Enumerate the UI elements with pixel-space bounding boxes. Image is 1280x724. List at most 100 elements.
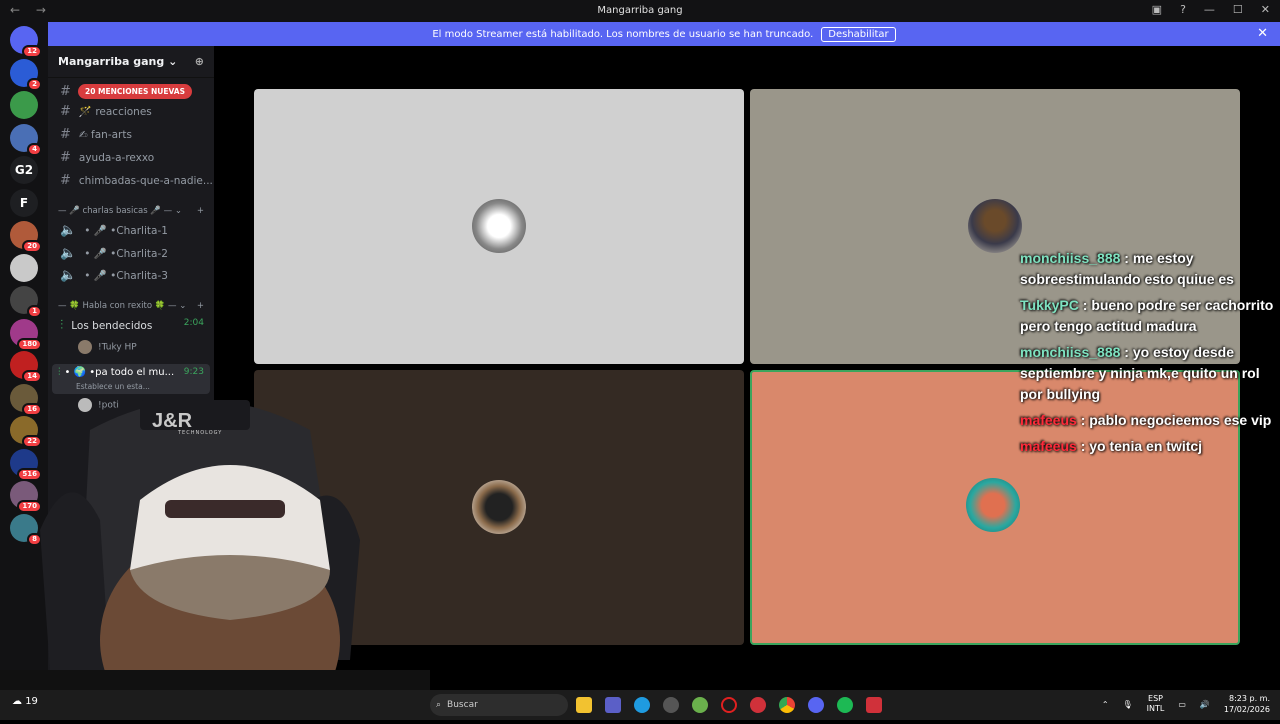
- participant-tile[interactable]: [254, 89, 744, 364]
- taskbar-search[interactable]: ⌕ Buscar: [430, 694, 568, 716]
- lang-code: ESP: [1148, 694, 1163, 703]
- chrome-icon[interactable]: [779, 697, 795, 713]
- voice-channel-2[interactable]: 🔈 • 🎤 •Charlita-2: [60, 246, 168, 261]
- speaker-icon: 🔈: [60, 268, 77, 283]
- chat-text: : yo tenia en twitcj: [1076, 438, 1203, 454]
- razer-icon[interactable]: [692, 697, 708, 713]
- chevron-up-icon[interactable]: ⌃: [1102, 700, 1109, 709]
- search-icon: ⌕: [436, 700, 442, 710]
- chat-message: mafeeus : pablo negocieemos ese vip: [1020, 410, 1280, 431]
- channel-hidden[interactable]: #: [60, 84, 79, 99]
- text-icon[interactable]: F: [10, 188, 38, 217]
- discord-icon[interactable]: [808, 697, 824, 713]
- server-icon[interactable]: 1: [10, 286, 42, 318]
- opera-icon[interactable]: [721, 697, 737, 713]
- date: 17/02/2026: [1223, 705, 1270, 714]
- channel-label: • 🎤 •Charlita-3: [84, 270, 168, 282]
- channel-label: chimbadas-que-a-nadie...: [78, 175, 213, 187]
- channel-chimbadas[interactable]: # chimbadas-que-a-nadie...: [60, 173, 213, 188]
- close-window-button[interactable]: ✕: [1261, 3, 1270, 16]
- search-placeholder: Buscar: [447, 700, 478, 710]
- chat-message: mafeeus : yo tenia en twitcj: [1020, 436, 1280, 457]
- server-icon[interactable]: [10, 91, 38, 119]
- chat-text: : pablo negocieemos ese vip: [1076, 412, 1272, 428]
- category-habla[interactable]: — 🍀 Habla con rexito 🍀 — ⌄ +: [58, 301, 204, 311]
- file-explorer-icon[interactable]: [576, 697, 592, 713]
- server-icon[interactable]: 4: [10, 123, 42, 156]
- avatar: [78, 340, 92, 354]
- guild-name: Mangarriba gang ⌄: [58, 55, 178, 68]
- speaker-icon: 🔈: [60, 223, 77, 238]
- category-charlas[interactable]: — 🎤 charlas basicas 🎤 — ⌄ +: [58, 206, 204, 216]
- hash-icon: #: [60, 104, 71, 119]
- window-title: Mangarriba gang: [597, 5, 683, 16]
- text-icon[interactable]: G2: [10, 156, 38, 184]
- chat-username: mafeeus: [1020, 438, 1077, 454]
- discord-home-icon[interactable]: 12: [10, 26, 42, 58]
- hash-icon: #: [60, 173, 71, 188]
- hash-icon: #: [60, 84, 71, 99]
- maximize-button[interactable]: ☐: [1233, 3, 1243, 16]
- teams-icon[interactable]: [605, 697, 621, 713]
- banner-text: El modo Streamer está habilitado. Los no…: [432, 28, 814, 40]
- server-icon[interactable]: [10, 253, 38, 282]
- weather-widget[interactable]: ☁ 19: [12, 696, 38, 707]
- guild-header[interactable]: Mangarriba gang ⌄ ⊕: [48, 46, 214, 78]
- streamer-mode-banner: El modo Streamer está habilitado. Los no…: [48, 22, 1280, 46]
- channel-label: ✍ fan-arts: [78, 129, 132, 141]
- avatar: [472, 480, 526, 534]
- weather-temp: 19: [25, 696, 38, 707]
- notification-badge: 12: [22, 45, 42, 58]
- disable-streamer-button[interactable]: Deshabilitar: [821, 26, 896, 42]
- category-label: — 🍀 Habla con rexito 🍀 — ⌄: [58, 301, 187, 311]
- spotify-icon[interactable]: [837, 697, 853, 713]
- channel-label: Los bendecidos: [71, 320, 153, 332]
- channel-label: • 🎤 •Charlita-2: [84, 248, 168, 260]
- server-icon[interactable]: 20: [10, 221, 42, 253]
- channel-ayuda[interactable]: # ayuda-a-rexxo: [60, 150, 154, 165]
- add-channel-icon[interactable]: +: [197, 206, 204, 216]
- hash-icon: #: [60, 127, 71, 142]
- server-icon[interactable]: 180: [10, 318, 42, 351]
- voice-channel-bendecidos[interactable]: ⫶ Los bendecidos 2:04: [60, 318, 204, 333]
- close-icon[interactable]: ✕: [1257, 26, 1268, 41]
- voice-channel-3[interactable]: 🔈 • 🎤 •Charlita-3: [60, 268, 168, 283]
- channel-label: 🪄 reacciones: [78, 106, 152, 118]
- clock[interactable]: 8:23 p. m. 17/02/2026: [1224, 693, 1270, 715]
- avatar: [968, 199, 1022, 253]
- channel-label: • 🎤 •Charlita-1: [84, 225, 168, 237]
- audio-wave-icon[interactable]: 2: [10, 58, 42, 91]
- mic-icon[interactable]: 🎙: [1123, 700, 1133, 709]
- app-icon[interactable]: [866, 697, 882, 713]
- voice-member[interactable]: !Tuky HP: [78, 340, 137, 354]
- minimize-button[interactable]: —: [1204, 3, 1215, 16]
- new-mentions-pill[interactable]: 20 MENCIONES NUEVAS: [78, 84, 192, 99]
- edge-icon[interactable]: [634, 697, 650, 713]
- help-icon[interactable]: ?: [1180, 3, 1186, 16]
- hash-icon: #: [60, 150, 71, 165]
- webcam-overlay: J&R TECHNOLOGY: [0, 370, 430, 724]
- add-channel-icon[interactable]: +: [197, 301, 204, 311]
- chat-message: TukkyPC : bueno podre ser cachorrito per…: [1020, 295, 1280, 337]
- weather-icon: ☁: [12, 696, 26, 707]
- inbox-icon[interactable]: ▣: [1152, 3, 1162, 16]
- notification-badge: 180: [17, 337, 42, 351]
- obs-icon[interactable]: [663, 697, 679, 713]
- language-indicator[interactable]: ESP INTL: [1147, 694, 1165, 714]
- member-name: !Tuky HP: [98, 342, 137, 353]
- app-icon[interactable]: [750, 697, 766, 713]
- channel-fan-arts[interactable]: # ✍ fan-arts: [60, 127, 132, 142]
- network-icon[interactable]: ▭: [1178, 700, 1186, 709]
- chat-username: monchiiss_888: [1020, 344, 1121, 360]
- avatar: [472, 199, 526, 253]
- voice-channel-1[interactable]: 🔈 • 🎤 •Charlita-1: [60, 223, 168, 238]
- title-bar: ← → Mangarriba gang ▣ ? — ☐ ✕: [0, 0, 1280, 22]
- voice-timer: 2:04: [183, 318, 204, 328]
- volume-icon[interactable]: 🔊: [1200, 700, 1210, 709]
- taskbar: ☁ 19 ⌕ Buscar ⌃ 🎙 ESP INTL ▭ 🔊 8:23 p. m.…: [0, 690, 1280, 720]
- chat-message: monchiiss_888 : yo estoy desde septiembr…: [1020, 342, 1280, 405]
- time: 8:23 p. m.: [1228, 694, 1270, 703]
- speaker-icon: 🔈: [60, 246, 77, 261]
- channel-reacciones[interactable]: # 🪄 reacciones: [60, 104, 152, 119]
- add-member-icon[interactable]: ⊕: [195, 55, 204, 68]
